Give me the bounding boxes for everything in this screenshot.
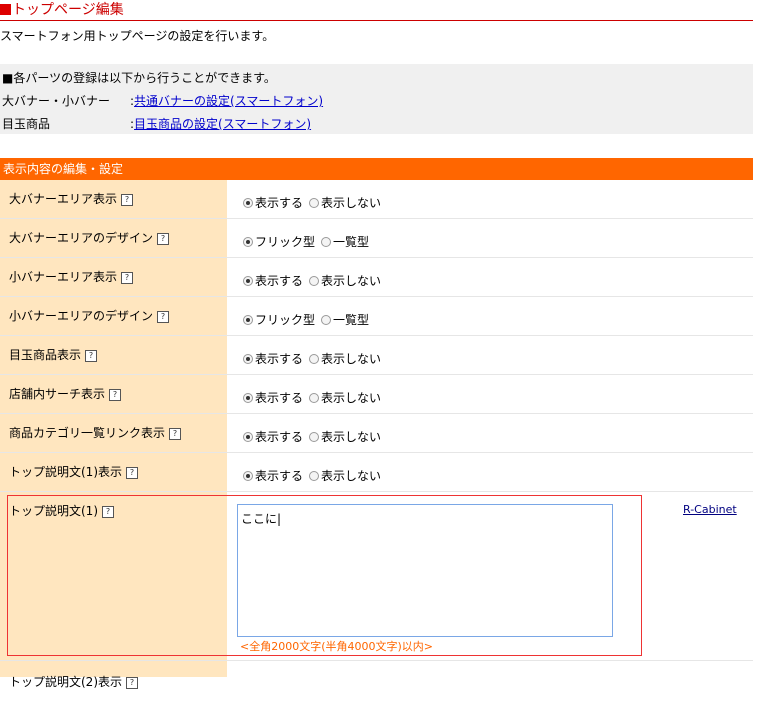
table-row: トップ説明文(2)表示? xyxy=(0,663,753,702)
parts-info-heading: ■各パーツの登録は以下から行うことができます。 xyxy=(2,71,276,85)
parts-info-box: ■各パーツの登録は以下から行うことができます。 大バナー・小バナー :共通バナー… xyxy=(0,64,753,134)
featured-label: 目玉商品 xyxy=(2,117,51,131)
row-label: 商品カテゴリ一覧リンク表示 xyxy=(9,426,166,440)
table-row: 大バナーエリアのデザイン? フリック型 一覧型 xyxy=(0,219,753,258)
radio-show[interactable] xyxy=(243,471,253,481)
row-label: 小バナーエリアのデザイン xyxy=(9,309,154,323)
char-limit-hint: <全角2000文字(半角4000文字)以内> xyxy=(240,640,434,653)
help-icon[interactable]: ? xyxy=(157,311,170,323)
radio-hide[interactable] xyxy=(309,471,320,481)
table-row: 小バナーエリア表示? 表示する 表示しない xyxy=(0,258,753,297)
table-row: 目玉商品表示? 表示する 表示しない xyxy=(0,336,753,375)
banner-settings-link[interactable]: 共通バナーの設定(スマートフォン) xyxy=(134,94,323,108)
settings-table: 大バナーエリア表示? 表示する 表示しない 大バナーエリアのデザイン? フリック型… xyxy=(0,180,753,689)
radio-flick[interactable] xyxy=(243,315,253,325)
description-textarea[interactable]: ここに| xyxy=(237,504,613,637)
radio-hide[interactable] xyxy=(309,432,320,442)
table-row: 店舗内サーチ表示? 表示する 表示しない xyxy=(0,375,753,414)
banner-label: 大バナー・小バナー xyxy=(2,94,111,108)
section-header: 表示内容の編集・設定 xyxy=(0,158,753,180)
radio-hide[interactable] xyxy=(309,198,320,208)
radio-show[interactable] xyxy=(243,276,253,286)
radio-show[interactable] xyxy=(243,393,253,403)
table-row: 大バナーエリア表示? 表示する 表示しない xyxy=(0,180,753,219)
row-label: 店舗内サーチ表示 xyxy=(9,387,106,401)
help-icon[interactable]: ? xyxy=(85,350,98,362)
r-cabinet-link[interactable]: R-Cabinet xyxy=(683,503,737,516)
radio-show[interactable] xyxy=(243,354,253,364)
page-description: スマートフォン用トップページの設定を行います。 xyxy=(0,29,275,43)
radio-show[interactable] xyxy=(243,432,253,442)
help-icon[interactable]: ? xyxy=(126,677,138,689)
help-icon[interactable]: ? xyxy=(157,233,170,245)
help-icon[interactable]: ? xyxy=(126,467,138,479)
table-row: 商品カテゴリ一覧リンク表示? 表示する 表示しない xyxy=(0,414,753,453)
help-icon[interactable]: ? xyxy=(109,389,122,401)
row-label: 大バナーエリアのデザイン xyxy=(9,231,154,245)
radio-hide[interactable] xyxy=(309,276,320,286)
page-title: トップページ編集 xyxy=(0,0,753,21)
featured-settings-link[interactable]: 目玉商品の設定(スマートフォン) xyxy=(134,117,311,131)
radio-flick[interactable] xyxy=(243,237,253,247)
square-bullet-icon xyxy=(0,4,11,15)
radio-hide[interactable] xyxy=(309,354,320,364)
row-label: 大バナーエリア表示 xyxy=(9,192,118,206)
radio-list[interactable] xyxy=(321,237,332,247)
table-row: 小バナーエリアのデザイン? フリック型 一覧型 xyxy=(0,297,753,336)
row-label: 小バナーエリア表示 xyxy=(9,270,118,284)
help-icon[interactable]: ? xyxy=(121,194,134,206)
row-label: 目玉商品表示 xyxy=(9,348,82,362)
row-label: トップ説明文(1)表示 xyxy=(9,465,122,479)
table-row: トップ説明文(1)表示? 表示する 表示しない xyxy=(0,453,753,492)
radio-list[interactable] xyxy=(321,315,332,325)
radio-show[interactable] xyxy=(243,198,253,208)
row-label: トップ説明文(2)表示 xyxy=(9,675,122,689)
help-icon[interactable]: ? xyxy=(121,272,134,284)
radio-hide[interactable] xyxy=(309,393,320,403)
help-icon[interactable]: ? xyxy=(169,428,182,440)
